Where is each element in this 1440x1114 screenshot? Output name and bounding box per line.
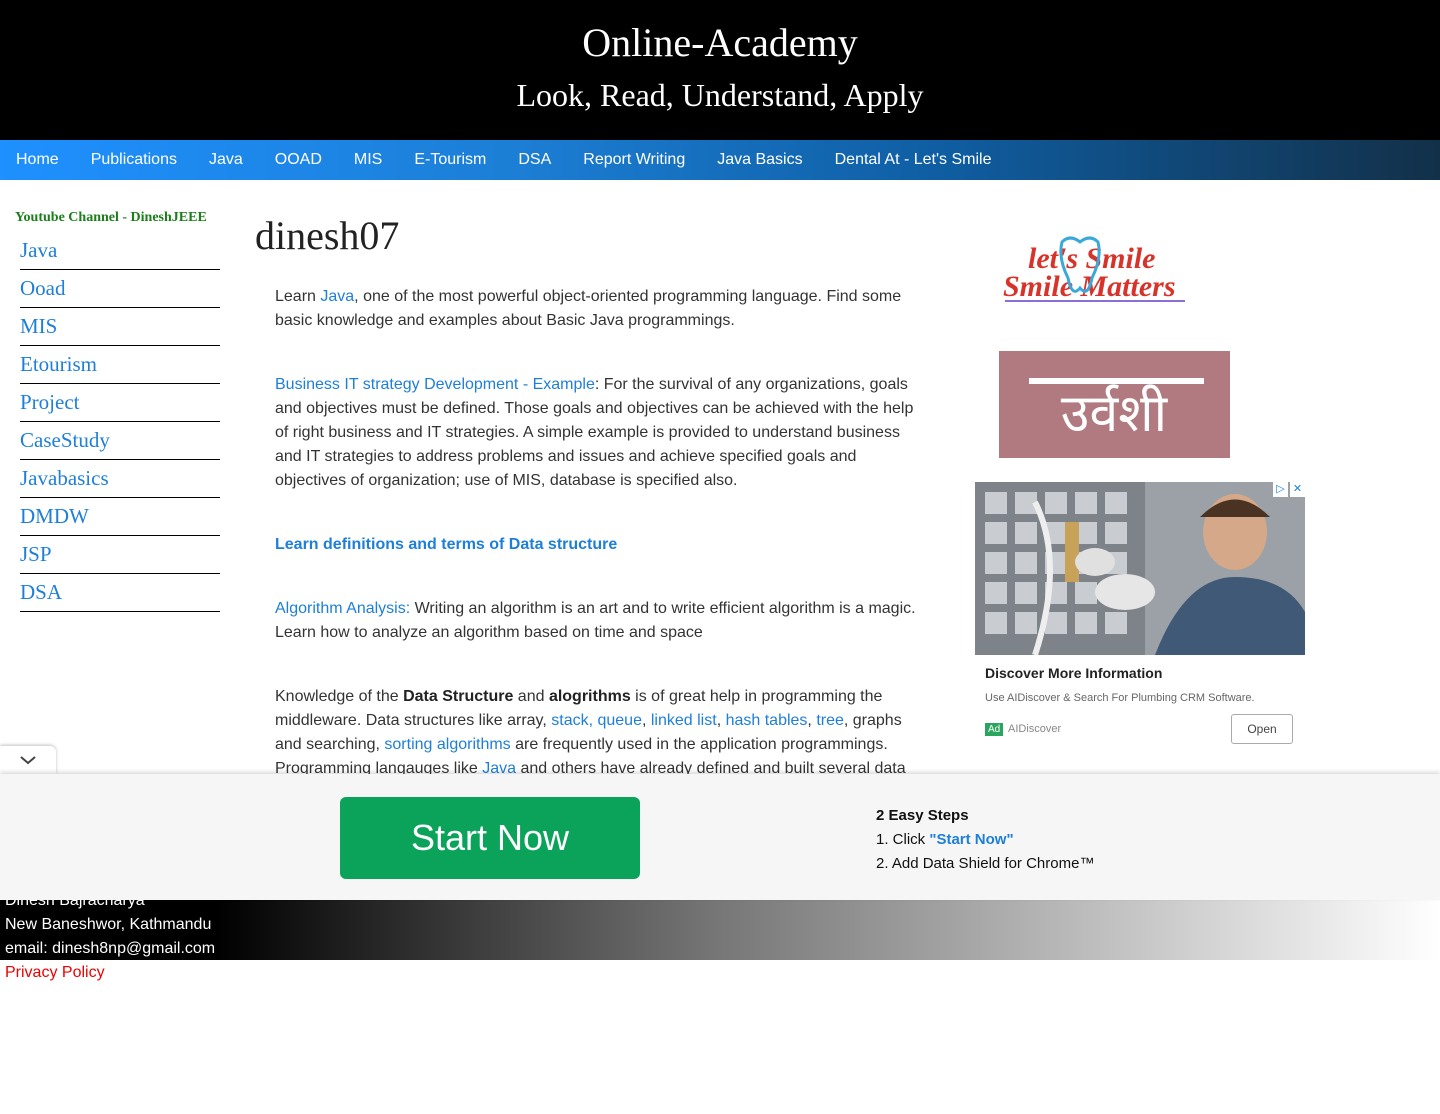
sidebar-link-mis[interactable]: MIS bbox=[20, 314, 57, 339]
ad-title[interactable]: Discover More Information bbox=[985, 665, 1162, 681]
sidebar-item: Etourism bbox=[20, 346, 220, 384]
sidebar-item: CaseStudy bbox=[20, 422, 220, 460]
lets-smile-logo[interactable]: let's Smile Smile Matters bbox=[1000, 228, 1190, 308]
ad-photo: ▷ ✕ bbox=[975, 482, 1305, 655]
paragraph-business-it: Business IT strategy Development - Examp… bbox=[275, 373, 920, 493]
sidebar-link-casestudy[interactable]: CaseStudy bbox=[20, 428, 110, 453]
nav-ooad[interactable]: OOAD bbox=[259, 151, 338, 169]
sidebar-item: DSA bbox=[20, 574, 220, 612]
plumber-photo-graphic bbox=[975, 482, 1305, 655]
privacy-policy-link[interactable]: Privacy Policy bbox=[5, 961, 105, 985]
ad-card[interactable]: ▷ ✕ Discover More Information Use AIDisc… bbox=[975, 482, 1305, 760]
steps-title: 2 Easy Steps bbox=[876, 807, 969, 824]
text: , one of the most powerful object-orient… bbox=[275, 288, 902, 329]
paragraph-knowledge: Knowledge of the Data Structure and alog… bbox=[275, 685, 920, 781]
main-content: Learn Java, one of the most powerful obj… bbox=[275, 285, 920, 821]
bottom-ad-banner: Start Now 2 Easy Steps 1. Click "Start N… bbox=[0, 774, 1440, 900]
highlight-text: "Start Now" bbox=[929, 831, 1014, 848]
link-algorithm-analysis[interactable]: Algorithm Analysis: bbox=[275, 600, 410, 617]
text: Learn bbox=[275, 288, 321, 305]
link-linked-list[interactable]: linked list bbox=[651, 712, 717, 729]
nav-report-writing[interactable]: Report Writing bbox=[567, 151, 701, 169]
svg-text:उर्वशी: उर्वशी bbox=[1061, 384, 1169, 444]
ad-steps: 2 Easy Steps 1. Click "Start Now" 2. Add… bbox=[876, 804, 1094, 876]
sidebar-link-java[interactable]: Java bbox=[20, 238, 57, 263]
urvashi-logo-graphic: उर्वशी bbox=[1029, 378, 1204, 444]
bold-text: Data Structure bbox=[403, 688, 514, 705]
sidebar-item: Javabasics bbox=[20, 460, 220, 498]
chevron-down-icon bbox=[20, 756, 36, 765]
sidebar-link-etourism[interactable]: Etourism bbox=[20, 352, 97, 377]
nav-home[interactable]: Home bbox=[0, 151, 75, 169]
sidebar-item: DMDW bbox=[20, 498, 220, 536]
sidebar-link-project[interactable]: Project bbox=[20, 390, 79, 415]
sidebar-link-dmdw[interactable]: DMDW bbox=[20, 504, 89, 529]
sidebar-list: Java Ooad MIS Etourism Project CaseStudy… bbox=[20, 232, 220, 612]
nav-publications[interactable]: Publications bbox=[75, 151, 193, 169]
link-java[interactable]: Java bbox=[320, 288, 354, 305]
link-sorting-algorithms[interactable]: sorting algorithms bbox=[384, 736, 510, 753]
footer-address: New Baneshwor, Kathmandu bbox=[5, 916, 212, 933]
text: , bbox=[641, 712, 651, 729]
nav-java-basics[interactable]: Java Basics bbox=[701, 151, 818, 169]
text: Knowledge of the bbox=[275, 688, 404, 705]
link-stack-queue[interactable]: stack, queue bbox=[551, 712, 642, 729]
sidebar-item: JSP bbox=[20, 536, 220, 574]
sidebar-item: Ooad bbox=[20, 270, 220, 308]
collapse-ad-button[interactable] bbox=[0, 746, 56, 774]
paragraph-data-structure: Learn definitions and terms of Data stru… bbox=[275, 533, 920, 557]
sidebar: Youtube Channel - DineshJEEE Java Ooad M… bbox=[15, 210, 225, 612]
nav-java[interactable]: Java bbox=[193, 151, 259, 169]
text: 1. Click bbox=[876, 831, 930, 848]
nav-etourism[interactable]: E-Tourism bbox=[398, 151, 502, 169]
top-nav: Home Publications Java OOAD MIS E-Touris… bbox=[0, 140, 1440, 180]
adchoices-icon[interactable]: ▷ bbox=[1273, 482, 1288, 497]
nav-dsa[interactable]: DSA bbox=[502, 151, 567, 169]
close-icon[interactable]: ✕ bbox=[1290, 482, 1305, 497]
lets-smile-logo-graphic: let's Smile Smile Matters bbox=[1003, 236, 1185, 303]
link-data-structure-definitions[interactable]: Learn definitions and terms of Data stru… bbox=[275, 536, 617, 553]
nav-dental[interactable]: Dental At - Let's Smile bbox=[819, 151, 1008, 169]
step-1: 1. Click "Start Now" bbox=[876, 828, 1094, 852]
sidebar-item: Project bbox=[20, 384, 220, 422]
ad-brand: AIDiscover bbox=[1008, 723, 1062, 735]
ad-badge: Ad bbox=[985, 723, 1004, 736]
link-business-it-strategy[interactable]: Business IT strategy Development - Examp… bbox=[275, 376, 595, 393]
sidebar-item: Java bbox=[20, 232, 220, 270]
site-title: Online-Academy bbox=[582, 20, 858, 65]
ad-open-button[interactable]: Open bbox=[1231, 714, 1293, 744]
site-tagline: Look, Read, Understand, Apply bbox=[516, 77, 924, 113]
sidebar-link-dsa[interactable]: DSA bbox=[20, 580, 62, 605]
sidebar-item: MIS bbox=[20, 308, 220, 346]
sidebar-link-ooad[interactable]: Ooad bbox=[20, 276, 66, 301]
ad-description: Use AIDiscover & Search For Plumbing CRM… bbox=[985, 692, 1255, 704]
paragraph-algorithm: Algorithm Analysis: Writing an algorithm… bbox=[275, 597, 920, 645]
start-now-button[interactable]: Start Now bbox=[340, 797, 640, 879]
step-2: 2. Add Data Shield for Chrome™ bbox=[876, 855, 1095, 872]
text: , bbox=[716, 712, 726, 729]
text: and bbox=[513, 688, 549, 705]
urvashi-banner[interactable]: उर्वशी bbox=[999, 351, 1230, 458]
link-hash-tables[interactable]: hash tables bbox=[726, 712, 808, 729]
page-title: dinesh07 bbox=[255, 213, 400, 258]
nav-mis[interactable]: MIS bbox=[338, 151, 398, 169]
text: , bbox=[807, 712, 817, 729]
paragraph-java: Learn Java, one of the most powerful obj… bbox=[275, 285, 920, 333]
bold-text: alogrithms bbox=[548, 688, 631, 705]
adchoices[interactable]: ▷ ✕ bbox=[1271, 482, 1305, 497]
footer-email: email: dinesh8np@gmail.com bbox=[5, 940, 216, 957]
sidebar-link-javabasics[interactable]: Javabasics bbox=[20, 466, 109, 491]
site-header: Online-Academy Look, Read, Understand, A… bbox=[0, 0, 1440, 140]
link-tree[interactable]: tree bbox=[816, 712, 844, 729]
youtube-channel-label[interactable]: Youtube Channel - DineshJEEE bbox=[15, 210, 225, 226]
sidebar-link-jsp[interactable]: JSP bbox=[20, 542, 52, 567]
